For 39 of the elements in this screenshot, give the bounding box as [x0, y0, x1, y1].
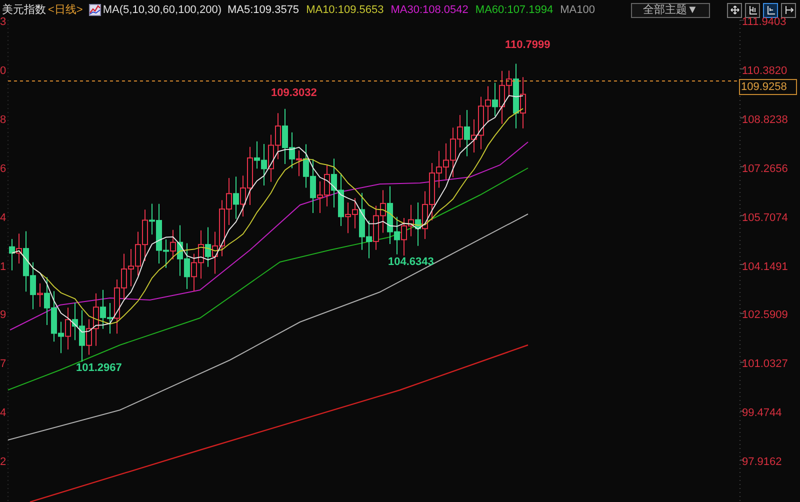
price-label: 104.1491 [742, 260, 788, 272]
price-annotation: 110.7999 [505, 39, 550, 51]
ma-value: MA30:108.0542 [390, 2, 468, 18]
chart-axis-icon[interactable] [763, 2, 778, 18]
price-label: 111.9403 [742, 16, 786, 28]
axis-label: 0 [0, 64, 6, 77]
axis-label: 8 [0, 114, 6, 126]
chart-axis-icon[interactable] [745, 2, 760, 18]
axis-label: 1 [0, 260, 6, 272]
axis-label: 4 [0, 407, 6, 420]
theme-dropdown[interactable]: 全部主题▼ [631, 2, 710, 18]
axis-label: 9 [0, 309, 6, 322]
price-annotation: 104.6343 [388, 256, 434, 268]
arrow-right-icon[interactable] [781, 2, 796, 18]
axis-label: 3 [0, 16, 6, 28]
crosshair-icon[interactable] [727, 2, 742, 18]
price-label: 97.9162 [742, 456, 782, 468]
price-label: 99.4744 [742, 407, 782, 420]
price-label: 102.5909 [742, 309, 788, 322]
symbol-name: 美元指数 [2, 2, 46, 17]
price-annotation: 109.3032 [271, 87, 317, 99]
period-label[interactable]: <日线> [48, 2, 83, 18]
chart-icon[interactable] [88, 4, 101, 16]
ma-value: MA5:109.3575 [228, 2, 300, 18]
ma-value: MA10:109.5653 [306, 2, 384, 18]
price-label: 101.0327 [742, 358, 788, 370]
axis-label: 4 [0, 212, 6, 224]
price-label: 110.3820 [742, 64, 788, 77]
indicator-label: MA(5,10,30,60,100,200) [102, 2, 222, 18]
price-label: 105.7074 [742, 212, 788, 224]
axis-label: 7 [0, 358, 6, 370]
ma-value: MA100 [560, 2, 595, 18]
price-annotation: 101.2967 [76, 362, 122, 374]
current-price-label: 109.9258 [739, 79, 797, 95]
price-label: 107.2656 [742, 162, 788, 175]
price-label: 108.8238 [742, 114, 788, 126]
axis-label: 6 [0, 162, 6, 175]
ma-value: MA60:107.1994 [475, 2, 554, 18]
axis-label: 2 [0, 456, 6, 468]
